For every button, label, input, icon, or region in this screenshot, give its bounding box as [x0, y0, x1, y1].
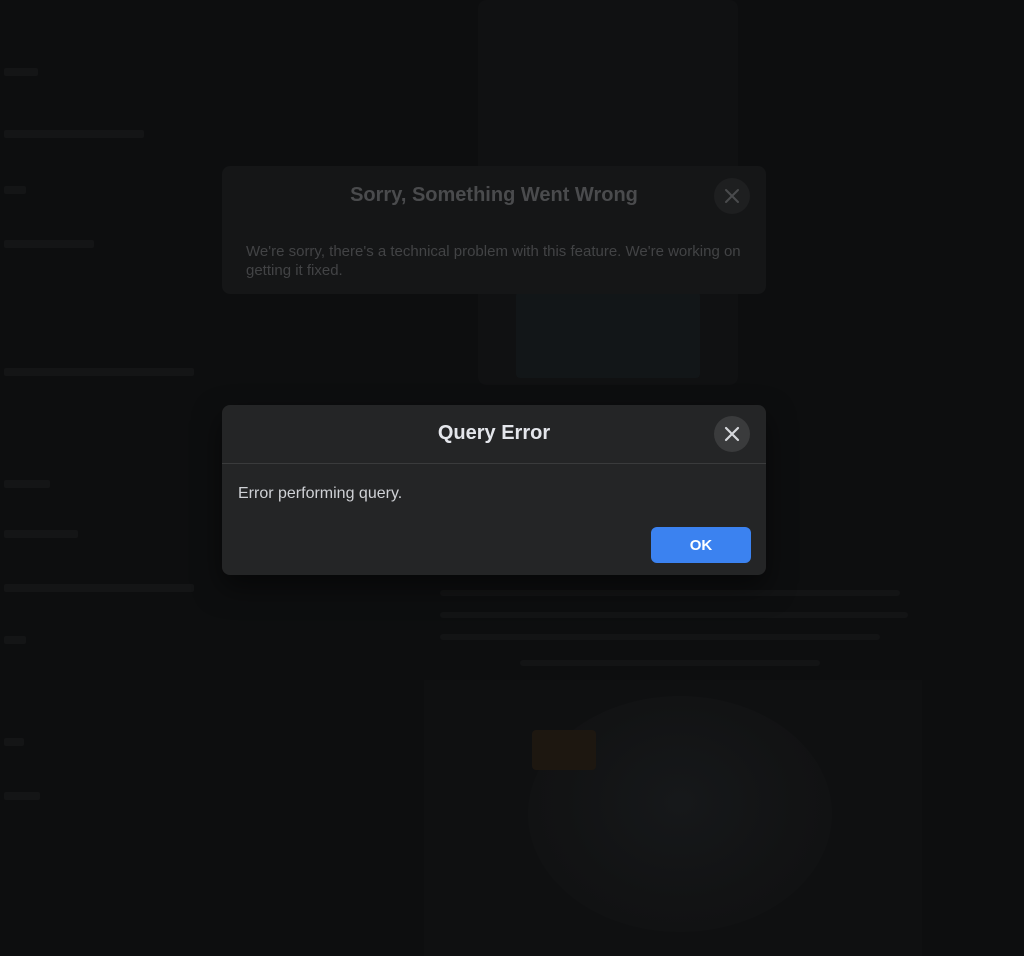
background-error-dialog: Sorry, Something Went Wrong We're sorry,…: [222, 166, 766, 294]
feed-text-placeholder: [440, 590, 900, 596]
sidebar-placeholder: [4, 130, 144, 138]
sidebar-placeholder: [4, 738, 24, 746]
feed-card-media-placeholder: [516, 292, 700, 378]
sidebar-placeholder: [4, 530, 78, 538]
background-dialog-title: Sorry, Something Went Wrong: [350, 184, 638, 206]
feed-image-shape: [532, 730, 596, 770]
sidebar-placeholder: [4, 240, 94, 248]
close-icon: [714, 178, 750, 214]
dialog-header: Query Error: [222, 405, 766, 464]
sidebar-placeholder: [4, 480, 50, 488]
background-dialog-message: We're sorry, there's a technical problem…: [246, 243, 741, 279]
feed-text-placeholder: [520, 660, 820, 666]
sidebar-placeholder: [4, 636, 26, 644]
feed-text-placeholder: [440, 612, 908, 618]
sidebar-placeholder: [4, 368, 194, 376]
close-icon: [724, 426, 740, 442]
query-error-dialog: Query Error Error performing query. OK: [222, 405, 766, 575]
sidebar-placeholder: [4, 186, 26, 194]
page: Sorry, Something Went Wrong We're sorry,…: [0, 0, 1024, 956]
sidebar-placeholder: [4, 584, 194, 592]
dialog-title: Query Error: [437, 422, 551, 444]
sidebar-placeholder: [4, 68, 38, 76]
feed-text-placeholder: [440, 634, 880, 640]
ok-button[interactable]: OK: [651, 527, 751, 563]
close-button[interactable]: [714, 416, 750, 452]
sidebar-placeholder: [4, 792, 40, 800]
dialog-message: Error performing query.: [238, 485, 403, 502]
